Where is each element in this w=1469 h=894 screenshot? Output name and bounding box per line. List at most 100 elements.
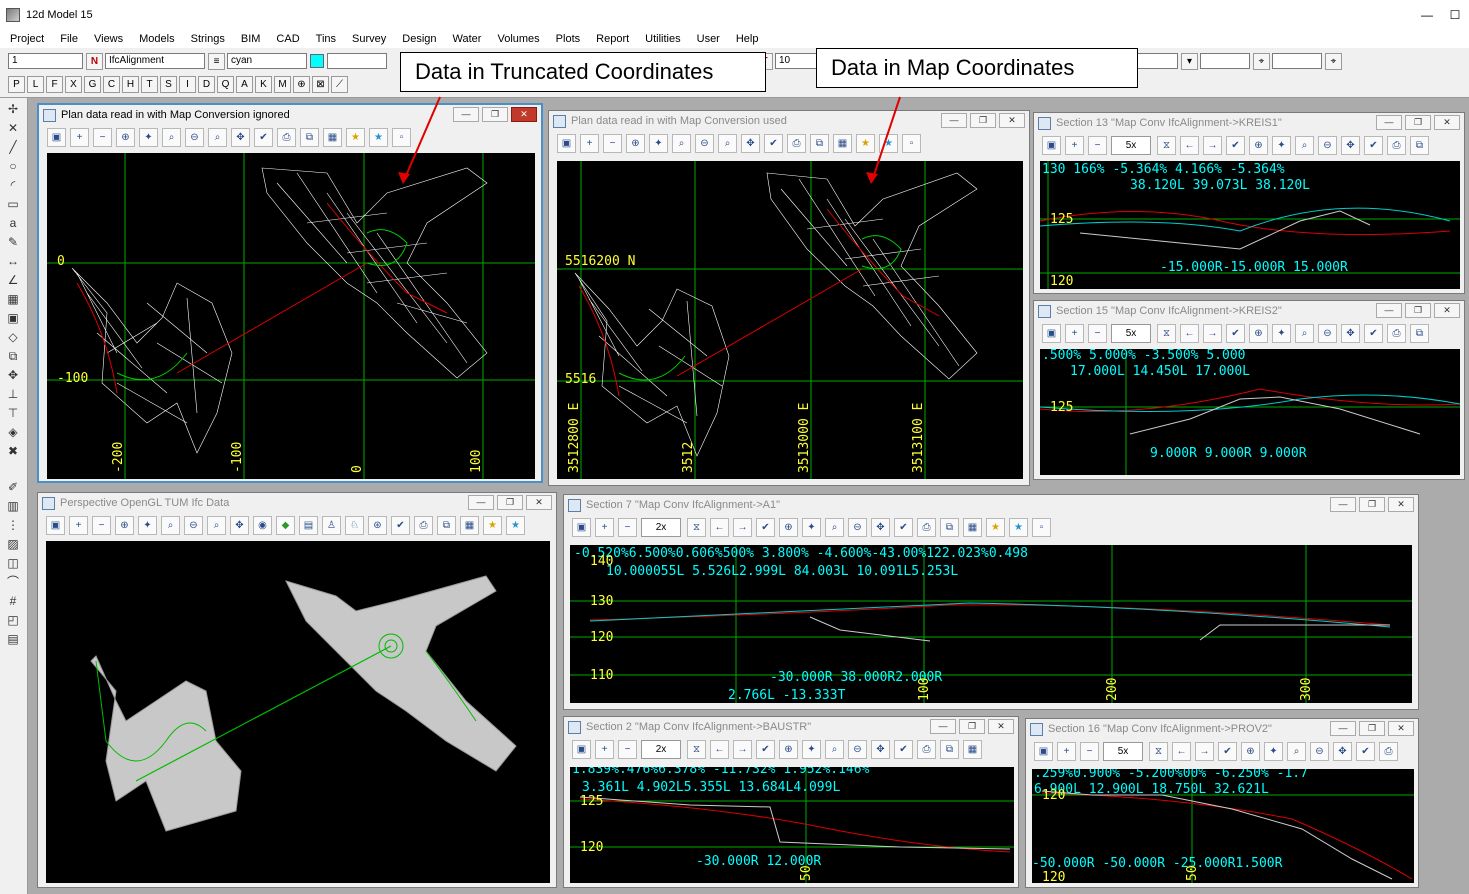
zoom-icon[interactable]: ⌕ bbox=[718, 133, 737, 153]
pan-icon[interactable]: ✥ bbox=[741, 133, 760, 153]
copy-icon[interactable]: ⧉ bbox=[940, 739, 959, 759]
zoom-extent-icon[interactable]: ✦ bbox=[649, 133, 668, 153]
plan-canvas[interactable]: 0 -100 -200 -100 0 100 bbox=[47, 153, 535, 479]
zoom-out-icon[interactable]: ⊖ bbox=[1310, 741, 1329, 761]
copy-tool-icon[interactable]: ⧉ bbox=[4, 348, 22, 364]
right-arrow-icon[interactable]: → bbox=[1203, 135, 1222, 155]
models-icon[interactable]: ≡ bbox=[208, 52, 225, 70]
window-icon[interactable]: ▣ bbox=[1042, 135, 1061, 155]
left-arrow-icon[interactable]: ← bbox=[1172, 741, 1191, 761]
exaggeration-field[interactable]: 5x bbox=[1103, 741, 1143, 761]
extend-tool-icon[interactable]: ⊤ bbox=[4, 405, 22, 421]
plan-window-ignored[interactable]: Plan data read in with Map Conversion ig… bbox=[37, 103, 543, 483]
select-icon[interactable]: ✔ bbox=[894, 739, 913, 759]
menu-project[interactable]: Project bbox=[8, 33, 46, 45]
zoom-extent-icon[interactable]: ✦ bbox=[802, 517, 821, 537]
colour-field[interactable]: cyan bbox=[227, 53, 307, 69]
pick-icon-2[interactable]: ⌖ bbox=[1325, 52, 1342, 70]
letter-button-g[interactable]: G bbox=[84, 75, 101, 93]
star-icon[interactable]: ★ bbox=[856, 133, 875, 153]
pan-icon[interactable]: ✥ bbox=[1341, 135, 1360, 155]
arc-tool-icon[interactable]: ◜ bbox=[4, 177, 22, 193]
pick-icon[interactable]: ✔ bbox=[756, 517, 775, 537]
remove-icon[interactable]: − bbox=[618, 739, 637, 759]
add-icon[interactable]: + bbox=[1065, 135, 1084, 155]
select-icon[interactable]: ✔ bbox=[1364, 323, 1383, 343]
section15-window[interactable]: Section 15 "Map Conv IfcAlignment->KREIS… bbox=[1033, 300, 1465, 480]
grid-icon[interactable]: ▦ bbox=[833, 133, 852, 153]
letter-button-s[interactable]: S bbox=[160, 75, 177, 93]
pick-icon[interactable]: ✔ bbox=[764, 133, 783, 153]
zoom-window-icon[interactable]: ⌕ bbox=[1295, 135, 1314, 155]
window-icon[interactable]: ▣ bbox=[1034, 741, 1053, 761]
zoom-window-icon[interactable]: ⌕ bbox=[161, 515, 180, 535]
letter-button-t[interactable]: T bbox=[141, 75, 158, 93]
name-field[interactable]: 1 bbox=[8, 53, 83, 69]
section-canvas[interactable]: -0.520%6.500%0.606%500% 3.800% -4.600%-4… bbox=[570, 545, 1412, 703]
letter-button-p[interactable]: P bbox=[8, 75, 25, 93]
layer-tool-icon[interactable]: ◫ bbox=[4, 555, 22, 571]
plan-window-used[interactable]: Plan data read in with Map Conversion us… bbox=[548, 110, 1030, 486]
restore-button[interactable]: ❐ bbox=[1359, 497, 1385, 512]
minimize-button[interactable]: — bbox=[1376, 303, 1402, 318]
minimize-button[interactable]: — bbox=[1376, 115, 1402, 130]
walk-icon[interactable]: ♙ bbox=[322, 515, 341, 535]
zoom-extent-icon[interactable]: ✦ bbox=[1264, 741, 1283, 761]
eye-icon[interactable]: ◉ bbox=[253, 515, 272, 535]
print-icon[interactable]: ⎙ bbox=[917, 517, 936, 537]
pan-icon[interactable]: ✥ bbox=[871, 517, 890, 537]
select-icon[interactable]: ✔ bbox=[894, 517, 913, 537]
zoom-extent-icon[interactable]: ✦ bbox=[138, 515, 157, 535]
print-icon[interactable]: ⎙ bbox=[1387, 135, 1406, 155]
favourite-icon[interactable]: ★ bbox=[506, 515, 525, 535]
person-icon[interactable]: ♘ bbox=[345, 515, 364, 535]
remove-icon[interactable]: − bbox=[1088, 323, 1107, 343]
zoom-out-icon[interactable]: ⊖ bbox=[185, 127, 204, 147]
network-tool-icon[interactable]: ⋮ bbox=[4, 517, 22, 533]
print-icon[interactable]: ⎙ bbox=[917, 739, 936, 759]
close-button[interactable]: ✕ bbox=[511, 107, 537, 122]
measure-tool-icon[interactable]: ↔ bbox=[4, 253, 22, 269]
close-button[interactable]: ✕ bbox=[1388, 497, 1414, 512]
restore-button[interactable]: ❐ bbox=[1405, 303, 1431, 318]
snap-icon-3[interactable]: ⟋ bbox=[331, 75, 348, 93]
table-tool-icon[interactable]: ▦ bbox=[4, 291, 22, 307]
remove-icon[interactable]: − bbox=[603, 133, 622, 153]
snap-icon-1[interactable]: ⊕ bbox=[293, 75, 310, 93]
section-icon[interactable]: ⧖ bbox=[1157, 323, 1176, 343]
add-icon[interactable]: + bbox=[1065, 323, 1084, 343]
remove-icon[interactable]: − bbox=[93, 127, 112, 147]
left-arrow-icon[interactable]: ← bbox=[1180, 135, 1199, 155]
cross-tool-icon[interactable]: ✕ bbox=[4, 120, 22, 136]
pick-icon[interactable]: ✔ bbox=[756, 739, 775, 759]
pick-icon[interactable]: ✔ bbox=[1218, 741, 1237, 761]
copy-icon[interactable]: ⧉ bbox=[437, 515, 456, 535]
shape-tool-icon[interactable]: ◇ bbox=[4, 329, 22, 345]
plan-canvas[interactable]: 5516200 N 5516 3512800 E 3512 3513000 E … bbox=[557, 161, 1023, 479]
zoom-out-icon[interactable]: ⊖ bbox=[848, 517, 867, 537]
section-canvas[interactable]: 130 166% -5.364% 4.166% -5.364% 38.120L … bbox=[1040, 161, 1460, 289]
restore-button[interactable]: ❐ bbox=[959, 719, 985, 734]
point-tool-icon[interactable]: ✢ bbox=[4, 101, 22, 117]
close-button[interactable]: ✕ bbox=[1388, 721, 1414, 736]
section-icon[interactable]: ⧖ bbox=[1149, 741, 1168, 761]
zoom-in-icon[interactable]: ⊕ bbox=[115, 515, 134, 535]
exaggeration-field[interactable]: 5x bbox=[1111, 323, 1151, 343]
letter-button-f[interactable]: F bbox=[46, 75, 63, 93]
section-canvas[interactable]: .259%0.900% -5.200%00% -6.250% -1.7 6.90… bbox=[1032, 769, 1414, 883]
camera-icon[interactable]: ▤ bbox=[299, 515, 318, 535]
favourite-icon[interactable]: ★ bbox=[1009, 517, 1028, 537]
menu-bim[interactable]: BIM bbox=[239, 33, 263, 45]
minimize-button[interactable]: — bbox=[1330, 497, 1356, 512]
select-icon[interactable]: ✔ bbox=[1364, 135, 1383, 155]
minimize-button[interactable]: — bbox=[1413, 0, 1441, 30]
letter-button-h[interactable]: H bbox=[122, 75, 139, 93]
curve-tool-icon[interactable]: ⌒ bbox=[4, 574, 22, 590]
restore-button[interactable]: ❐ bbox=[970, 113, 996, 128]
zoom-out-icon[interactable]: ⊖ bbox=[1318, 135, 1337, 155]
menu-water[interactable]: Water bbox=[451, 33, 484, 45]
menu-design[interactable]: Design bbox=[400, 33, 438, 45]
grid-icon[interactable]: ▦ bbox=[963, 739, 982, 759]
zoom-extent-icon[interactable]: ✦ bbox=[1272, 135, 1291, 155]
model-field[interactable]: IfcAlignment bbox=[105, 53, 205, 69]
